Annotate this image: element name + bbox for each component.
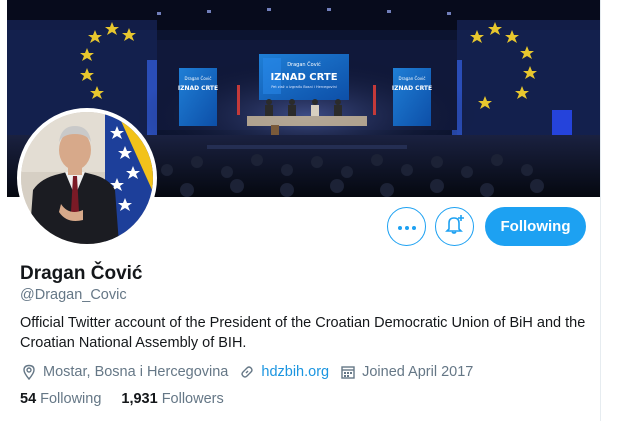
- stage-screen-top: Dragan Čović: [287, 61, 321, 68]
- followers-stat[interactable]: 1,931 Followers: [121, 391, 223, 407]
- followers-count: 1,931: [121, 391, 158, 407]
- profile-bio: Official Twitter account of the Presiden…: [20, 315, 586, 351]
- page-margin-left: [0, 0, 7, 421]
- link-icon: [238, 363, 256, 381]
- right-screen-top: Dragan Čović: [399, 76, 426, 81]
- website-link[interactable]: hdzbih.org: [261, 364, 329, 380]
- followed-by-avatars-peek: [20, 416, 50, 421]
- following-stat[interactable]: 54 Following: [20, 391, 101, 407]
- more-icon: [397, 218, 417, 236]
- location-pin-icon: [20, 363, 38, 381]
- avatar[interactable]: [17, 108, 157, 248]
- right-screen-title: IZNAD CRTE: [392, 85, 432, 92]
- joined-text: Joined April 2017: [362, 364, 474, 380]
- profile-name: Dragan Čović: [20, 263, 143, 284]
- profile-location: Mostar, Bosna i Hercegovina: [20, 363, 228, 381]
- following-label: Following: [40, 391, 102, 407]
- stage-screen-subtitle: Pet zlaž u izgrađu Bosni i Hercegovini: [271, 85, 337, 89]
- profile-stats: 54 Following 1,931 Followers: [20, 391, 244, 407]
- more-options-button[interactable]: [387, 207, 426, 246]
- page-margin-right: [602, 0, 632, 421]
- left-screen-title: IZNAD CRTE: [178, 85, 218, 92]
- profile-website[interactable]: hdzbih.org: [238, 363, 329, 381]
- followers-label: Followers: [161, 391, 224, 407]
- following-button[interactable]: Following: [485, 207, 586, 246]
- profile-card: Dragan Čović IZNAD CRTE Pet zlaž u izgra…: [7, 0, 601, 421]
- profile-meta: Mostar, Bosna i Hercegovina hdzbih.org J…: [20, 362, 483, 382]
- location-text: Mostar, Bosna i Hercegovina: [43, 364, 229, 380]
- profile-joined: Joined April 2017: [339, 363, 473, 381]
- notifications-button[interactable]: [435, 207, 474, 246]
- bell-plus-icon: [444, 213, 466, 240]
- profile-handle: @Dragan_Covic: [20, 287, 127, 303]
- avatar-photo: [21, 112, 153, 244]
- left-screen-top: Dragan Čović: [185, 76, 212, 81]
- following-count: 54: [20, 391, 37, 407]
- calendar-icon: [339, 363, 357, 381]
- stage-screen-title: IZNAD CRTE: [270, 72, 337, 83]
